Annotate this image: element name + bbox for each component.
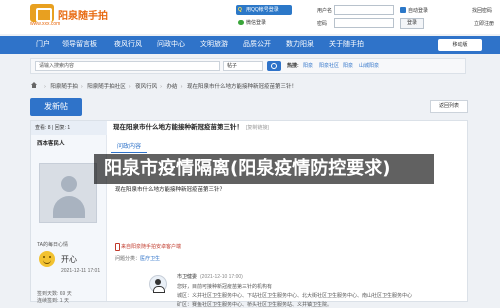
nav-item-inquiry[interactable]: 问政中心 (157, 36, 185, 54)
breadcrumb-item[interactable]: 阳泉随手拍社区 (87, 84, 126, 90)
login-button[interactable]: 登录 (400, 18, 424, 29)
password-label: 密码 (317, 21, 328, 27)
home-icon[interactable] (30, 82, 38, 89)
back-to-list-button[interactable]: 返回列表 (430, 100, 468, 113)
copy-link[interactable]: [复制链接] (246, 125, 269, 131)
wechat-login-link[interactable]: 微信登录 (238, 19, 266, 26)
search-bar: 请输入搜索内容 帖子 热搜: 阳泉 阳泉社区 阳泉 山城阳泉 (30, 58, 466, 74)
hot-search-link[interactable]: 阳泉 (303, 62, 313, 69)
smile-icon (39, 251, 55, 267)
category-value[interactable]: 医疗卫生 (140, 256, 160, 262)
site-logo[interactable]: 阳泉随手拍 www.xxx.com (30, 4, 126, 28)
thread-panel: 查看: 8 | 回复: 1 现在阳泉市什么地方能接种新冠疫苗第三针！ [复制链接]… (30, 120, 468, 308)
logo-brand: 阳泉随手拍 (58, 11, 108, 22)
username-label: 用户名 (317, 8, 333, 14)
main-nav: 门户 领导留言板 夜风行风 问政中心 文明旅游 品质公开 数力阳泉 关于随手拍 … (0, 36, 500, 54)
mood-word: 开心 (61, 255, 77, 264)
password-input[interactable] (334, 18, 394, 28)
reply-text-line: 城区：义井社区卫生服务中心、下站社区卫生服务中心、北大街社区卫生服务中心、南山社… (177, 293, 413, 299)
post-text: 现在阳泉市什么地方能接种新冠疫苗第三针？ (115, 187, 226, 193)
nav-item-about[interactable]: 关于随手拍 (329, 36, 364, 54)
search-input[interactable]: 请输入搜索内容 (35, 61, 220, 71)
auto-login-checkbox[interactable]: 自动登录 (400, 7, 428, 14)
mood-date: 2021-12-11 17:01 (61, 268, 101, 274)
author-name[interactable]: 西本客民人 (37, 139, 65, 147)
tab-inquiry-content[interactable]: 问政内容 (111, 139, 148, 153)
nav-item-portal[interactable]: 门户 (36, 36, 50, 54)
hot-search-link[interactable]: 山城阳泉 (359, 62, 379, 69)
breadcrumb-item[interactable]: 办结 (167, 84, 178, 90)
thread-title-text: 现在阳泉市什么地方能接种新冠疫苗第三针！ (113, 124, 243, 131)
thread-title: 现在阳泉市什么地方能接种新冠疫苗第三针！ [复制链接] (109, 121, 467, 135)
reply-avatar[interactable] (149, 275, 167, 293)
forgot-password-link[interactable]: 找回密码 (472, 7, 492, 14)
nav-item-civil-travel[interactable]: 文明旅游 (200, 36, 228, 54)
breadcrumb-item[interactable]: 阳泉随手拍 (50, 84, 78, 90)
breadcrumb-current: 现在阳泉市什么地方能接种新冠疫苗第三针！ (186, 84, 297, 90)
username-input[interactable] (334, 5, 394, 15)
nav-item-quality[interactable]: 品质公开 (243, 36, 271, 54)
nav-item-night-wind[interactable]: 夜风行风 (114, 36, 142, 54)
device-source[interactable]: 来自阳泉随手拍安卓客户端 (115, 243, 181, 251)
breadcrumb: › 阳泉随手拍 › 阳泉随手拍社区 › 夜风行风 › 办结 › 现在阳泉市什么地方能接种… (30, 82, 297, 92)
reply-author-name[interactable]: 市卫健委 (177, 274, 197, 280)
nav-item-digital[interactable]: 数力阳泉 (286, 36, 314, 54)
search-scope-select[interactable]: 帖子 (223, 61, 263, 71)
hot-search-link[interactable]: 阳泉 (343, 62, 353, 69)
avatar[interactable] (39, 163, 97, 223)
mood-title: TA的每日心情 (37, 242, 69, 248)
login-panel: 用QQ帐号登录 微信登录 用户名 密码 自动登录 找回密码 登录 立即注册 (232, 5, 497, 31)
logo-site-url: www.xxx.com (30, 21, 61, 27)
register-link[interactable]: 立即注册 (474, 20, 494, 27)
reply-author: 市卫健委 (2021-12-10 17:00) (177, 273, 243, 280)
qq-login-button[interactable]: 用QQ帐号登录 (236, 5, 292, 15)
logo-icon (30, 4, 54, 22)
hot-search-label: 热搜: (287, 63, 299, 69)
question-category: 问题分类：医疗卫生 (115, 255, 160, 262)
author-meta: 签到天数: 69 天 连续签到: 1 天 (37, 291, 72, 305)
breadcrumb-item[interactable]: 夜风行风 (135, 84, 157, 90)
hot-search-link[interactable]: 阳泉社区 (319, 62, 339, 69)
reply-date: (2021-12-10 17:00) (200, 274, 243, 280)
search-button[interactable] (267, 61, 281, 71)
reply-text-line: 矿区：赛鱼社区卫生服务中心、桥头社区卫生服务站、义井镇卫生院。 (177, 302, 333, 308)
mobile-version-button[interactable]: 移动版 (438, 39, 482, 51)
signin-days: 签到天数: 69 天 (37, 291, 72, 297)
reply-text-line: 您好，目前可接种新冠疫苗第三针的机构有 (177, 284, 273, 290)
thread-stats: 查看: 8 | 回复: 1 (31, 121, 107, 135)
site-header: 阳泉随手拍 www.xxx.com 用QQ帐号登录 微信登录 用户名 密码 自动… (0, 0, 500, 34)
headline-overlay: 阳泉市疫情隔离(阳泉疫情防控要求) (104, 158, 391, 179)
nav-item-leader-board[interactable]: 领导留言板 (62, 36, 97, 54)
category-label: 问题分类： (115, 256, 141, 262)
new-post-button[interactable]: 发新帖 (30, 98, 82, 116)
